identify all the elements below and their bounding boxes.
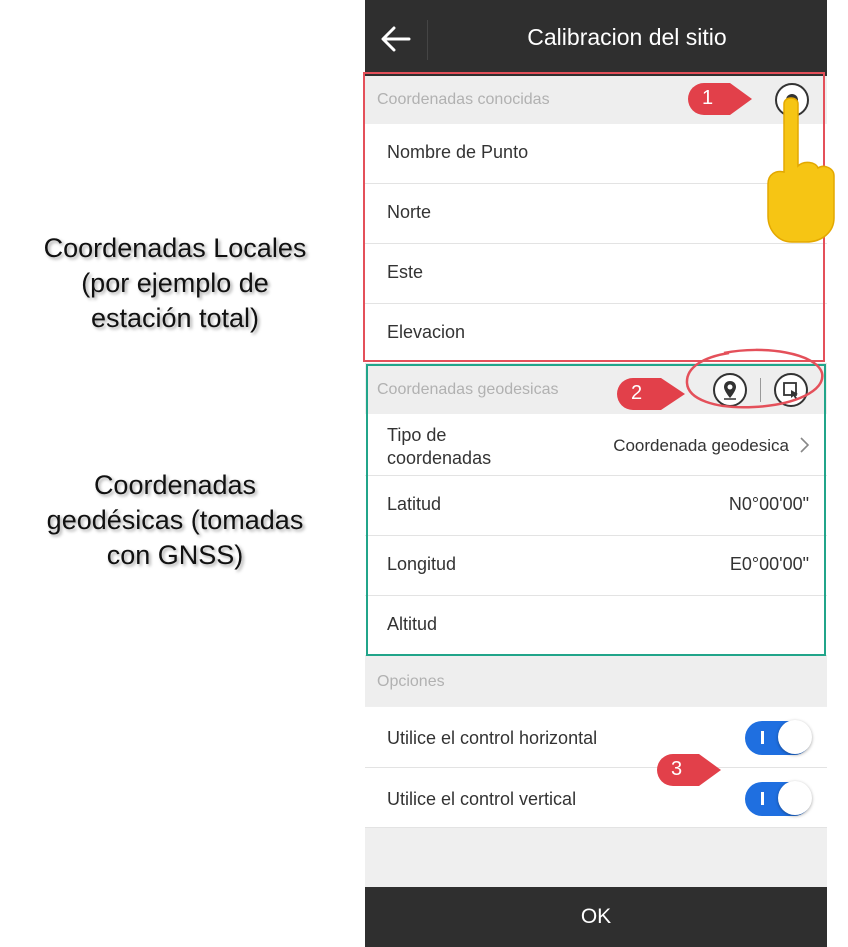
row-label: Utilice el control vertical <box>387 789 577 809</box>
horizontal-control-row: Utilice el control horizontal <box>365 707 827 768</box>
toggle-knob <box>778 781 812 815</box>
badge-arrow-icon <box>657 754 721 786</box>
toggle-on-mark <box>761 731 764 744</box>
known-coordinates-highlight <box>363 72 825 362</box>
annotation-line: (por ejemplo de <box>81 268 269 298</box>
app-bar: Calibracion del sitio <box>365 0 827 78</box>
ok-label: OK <box>580 905 612 928</box>
badge-arrow-icon <box>617 378 685 410</box>
geodetic-coordinates-annotation: Coordenadas geodésicas (tomadas con GNSS… <box>0 468 350 573</box>
annotation-badge-2: 2 <box>615 376 685 412</box>
annotation-line: Coordenadas <box>93 470 257 500</box>
annotation-line: estación total) <box>90 303 260 333</box>
annotation-badge-3: 3 <box>655 752 721 788</box>
badge-arrow-icon <box>688 83 752 115</box>
badge-number: 3 <box>671 758 683 780</box>
section-title: Opciones <box>377 673 445 690</box>
pointing-hand-icon <box>767 97 835 243</box>
annotation-line: Coordenadas Locales <box>43 233 307 263</box>
badge-number: 1 <box>702 87 714 109</box>
toggle-on-mark <box>761 792 764 805</box>
options-header: Opciones <box>365 658 827 706</box>
highlight-ellipse <box>685 348 824 409</box>
row-label: Utilice el control horizontal <box>387 728 598 748</box>
horizontal-control-toggle[interactable] <box>745 720 812 755</box>
vertical-control-toggle[interactable] <box>745 781 812 816</box>
back-arrow-icon[interactable] <box>379 22 413 56</box>
toggle-knob <box>778 720 812 754</box>
annotation-badge-1: 1 <box>686 81 752 117</box>
local-coordinates-annotation: Coordenadas Locales (por ejemplo de esta… <box>0 231 350 336</box>
page-title: Calibracion del sitio <box>527 24 727 50</box>
annotation-line: geodésicas (tomadas <box>46 505 304 535</box>
badge-number: 2 <box>631 382 643 404</box>
ok-button[interactable]: OK <box>365 887 827 947</box>
vertical-control-row: Utilice el control vertical <box>365 768 827 828</box>
annotation-line: con GNSS) <box>106 540 244 570</box>
